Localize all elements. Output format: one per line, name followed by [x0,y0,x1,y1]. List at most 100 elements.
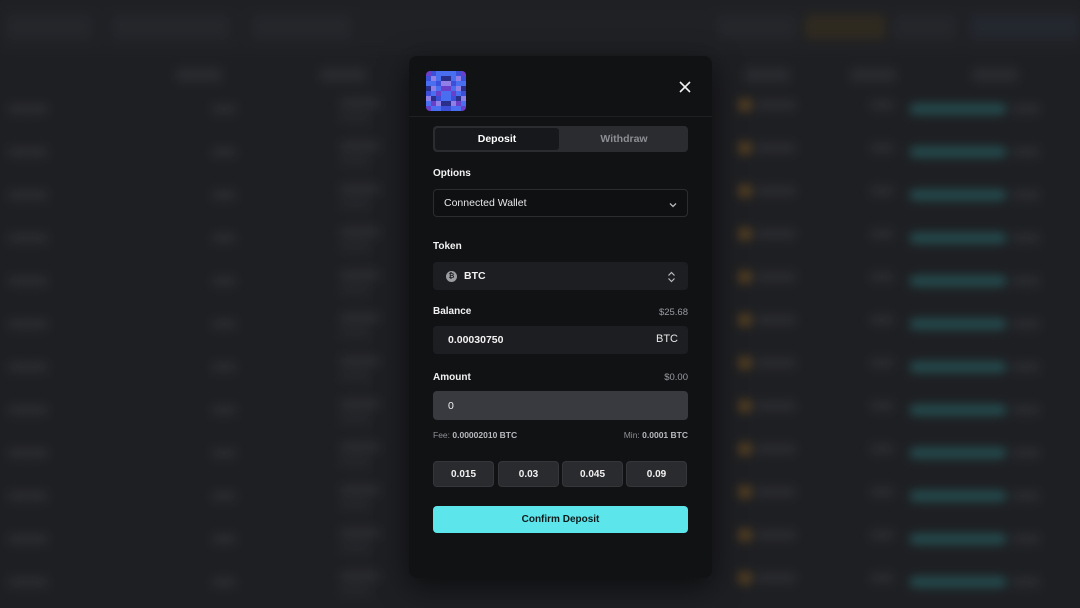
min-label: Min: [623,430,640,440]
avatar-pixel [431,91,436,96]
bitcoin-icon: ₿ [446,270,457,282]
avatar-pixel [426,96,431,101]
avatar-pixel [456,101,461,106]
avatar-pixel [431,81,436,86]
avatar-pixel [451,86,456,91]
options-selected-value: Connected Wallet [444,197,527,209]
preset-amount-button[interactable]: 0.015 [433,461,494,487]
avatar-pixel [426,101,431,106]
options-label: Options [433,168,471,179]
avatar-pixel [431,96,436,101]
avatar-pixel [456,71,461,76]
avatar-pixel [456,96,461,101]
amount-input[interactable] [433,391,688,420]
avatar-pixel [441,101,446,106]
pixel-art-avatar-icon [426,71,466,111]
avatar-pixel [461,81,466,86]
avatar-pixel [441,86,446,91]
avatar-pixel [446,71,451,76]
avatar-pixel [426,76,431,81]
avatar-pixel [436,96,441,101]
options-select[interactable]: Connected Wallet [433,189,688,217]
avatar-pixel [461,86,466,91]
balance-amount: 0.00030750 [448,334,504,346]
avatar-pixel [431,86,436,91]
avatar-pixel [456,81,461,86]
modal-header [409,56,712,117]
token-select[interactable]: ₿ BTC [433,262,688,290]
avatar-pixel [426,106,431,111]
min-info: Min: 0.0001 BTC [624,430,688,440]
avatar-pixel [436,106,441,111]
avatar-pixel [456,106,461,111]
avatar-pixel [456,76,461,81]
preset-amount-button[interactable]: 0.09 [626,461,687,487]
avatar-pixel [426,91,431,96]
avatar-pixel [451,91,456,96]
avatar-pixel [461,71,466,76]
avatar-pixel [426,81,431,86]
avatar-pixel [461,91,466,96]
avatar-pixel [426,86,431,91]
avatar-pixel [446,96,451,101]
deposit-withdraw-tabs: Deposit Withdraw [433,126,688,152]
amount-usd-value: $0.00 [664,372,688,383]
avatar-pixel [446,81,451,86]
preset-amount-button[interactable]: 0.03 [498,461,559,487]
avatar-pixel [441,106,446,111]
avatar-pixel [446,101,451,106]
preset-amount-button[interactable]: 0.045 [562,461,623,487]
avatar-pixel [431,76,436,81]
amount-label: Amount [433,372,471,383]
chevron-up-down-icon [667,270,676,288]
avatar-pixel [431,71,436,76]
balance-unit: BTC [656,333,678,345]
fee-info: Fee: 0.00002010 BTC [433,430,517,440]
token-selected-value: BTC [464,270,486,282]
avatar-pixel [456,91,461,96]
avatar-pixel [456,86,461,91]
avatar-pixel [461,106,466,111]
avatar-pixel [436,86,441,91]
confirm-deposit-button[interactable]: Confirm Deposit [433,506,688,533]
avatar-pixel [451,101,456,106]
avatar-pixel [451,96,456,101]
chevron-down-icon [668,197,678,215]
close-icon [679,80,691,98]
avatar-pixel [436,91,441,96]
balance-display: 0.00030750 BTC [433,326,688,354]
avatar-pixel [461,76,466,81]
fee-value: 0.00002010 BTC [452,430,518,440]
avatar-pixel [441,91,446,96]
avatar-pixel [431,106,436,111]
avatar-pixel [431,101,436,106]
avatar-pixel [451,71,456,76]
avatar-pixel [451,106,456,111]
avatar-pixel [441,96,446,101]
close-button[interactable] [671,78,699,100]
avatar-pixel [436,101,441,106]
avatar-pixel [436,81,441,86]
avatar-pixel [436,76,441,81]
tab-withdraw[interactable]: Withdraw [562,128,686,150]
avatar-pixel [461,96,466,101]
token-label: Token [433,241,462,252]
avatar-pixel [446,86,451,91]
avatar-pixel [446,91,451,96]
avatar-pixel [441,81,446,86]
tab-deposit[interactable]: Deposit [435,128,559,150]
avatar-pixel [451,76,456,81]
fee-label: Fee: [433,430,451,440]
avatar-pixel [436,71,441,76]
avatar-pixel [451,81,456,86]
balance-label: Balance [433,306,472,317]
avatar-pixel [461,101,466,106]
avatar-pixel [446,76,451,81]
avatar-pixel [426,71,431,76]
avatar-pixel [441,76,446,81]
balance-usd-value: $25.68 [658,307,688,318]
deposit-modal: Deposit Withdraw Options Connected Walle… [409,56,712,578]
avatar-pixel [441,71,446,76]
avatar-pixel [446,106,451,111]
min-value: 0.0001 BTC [642,430,688,440]
